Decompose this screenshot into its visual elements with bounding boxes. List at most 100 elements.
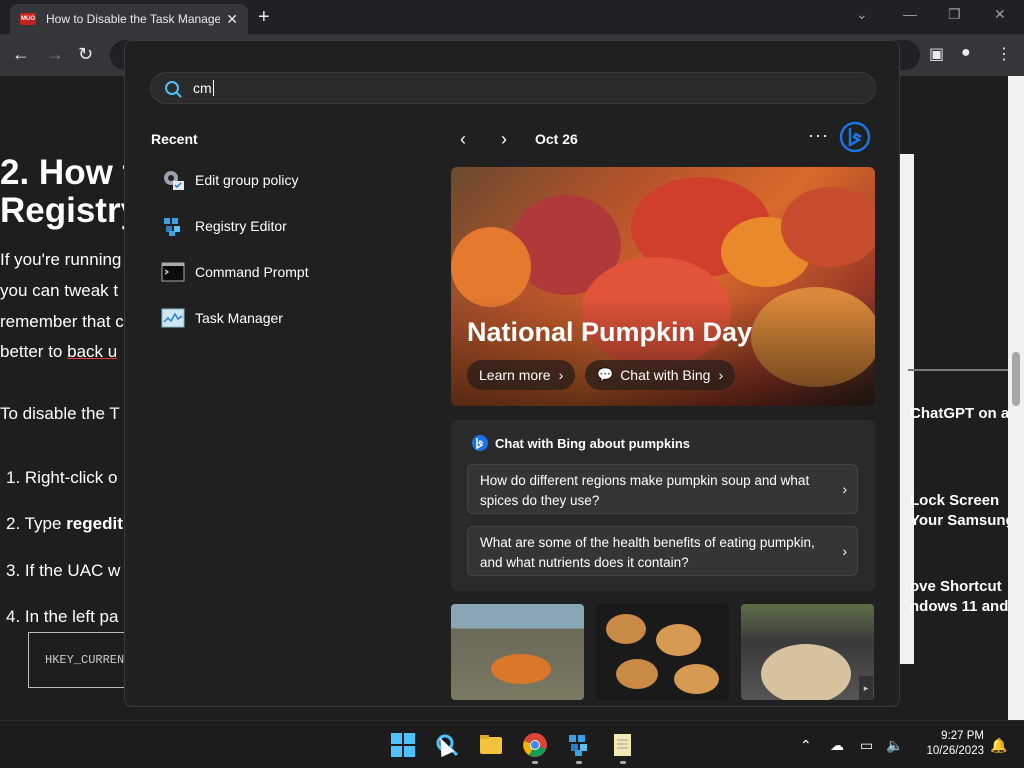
chat-with-bing-button[interactable]: 💬 Chat with Bing › <box>585 360 736 390</box>
system-clock[interactable]: 9:27 PM 10/26/2023 <box>912 729 984 759</box>
volume-muted-icon[interactable]: 🔈 <box>886 737 903 754</box>
article-step: 4. In the left pa <box>6 607 119 626</box>
bing-icon <box>472 435 488 451</box>
pumpkin-image-part <box>656 624 701 656</box>
tab-search-icon[interactable]: ⌄ <box>856 6 868 23</box>
tab-title: How to Disable the Task Manage <box>46 12 221 26</box>
article-paragraph-line: remember that c <box>0 312 124 331</box>
onedrive-cloud-icon[interactable]: ☁ <box>830 737 844 754</box>
sidebar-link[interactable]: Lock Screen <box>910 492 999 509</box>
thumbnail-scroll-arrow-icon[interactable]: ▸ <box>859 676 873 700</box>
search-input[interactable]: cm <box>150 72 876 104</box>
pumpkin-image-part <box>451 227 531 307</box>
previous-day-chevron-icon[interactable]: ‹ <box>460 129 466 150</box>
running-indicator <box>620 761 626 764</box>
site-favicon-icon: MUO <box>20 13 36 25</box>
clock-time: 9:27 PM <box>941 730 984 742</box>
registry-editor-icon <box>164 218 180 236</box>
chat-bubble-icon: 💬 <box>597 367 614 382</box>
article-paragraph-line: better to back u <box>0 342 118 361</box>
pumpkin-image-part <box>674 664 719 694</box>
article-paragraph-line: If you're running <box>0 250 122 269</box>
chat-prompt-suggestion[interactable]: What are some of the health benefits of … <box>467 526 858 576</box>
search-query: cm <box>193 80 212 96</box>
page-scrollbar[interactable] <box>1008 76 1024 720</box>
new-tab-button[interactable]: + <box>258 6 270 29</box>
chevron-right-icon: › <box>718 367 724 383</box>
close-window-icon[interactable]: ✕ <box>994 6 1006 23</box>
recent-item-group-policy[interactable]: Edit group policy <box>161 167 299 193</box>
browser-tab[interactable]: MUO How to Disable the Task Manage ✕ <box>10 4 248 34</box>
recent-heading: Recent <box>151 131 198 147</box>
running-indicator <box>532 761 538 764</box>
more-options-button[interactable]: ··· <box>808 125 829 146</box>
recent-item-registry-editor[interactable]: Registry Editor <box>161 213 287 239</box>
recent-item-label: Registry Editor <box>195 218 287 234</box>
pumpkin-image-part <box>606 614 646 644</box>
pumpkin-boat-thumbnail[interactable] <box>451 604 584 700</box>
chat-prompt-suggestion[interactable]: How do different regions make pumpkin so… <box>467 464 858 514</box>
search-icon <box>165 81 179 95</box>
highlights-date: Oct 26 <box>535 131 578 147</box>
chevron-right-icon: › <box>558 367 564 383</box>
minimize-icon[interactable]: — <box>903 6 917 22</box>
group-policy-icon <box>164 171 184 190</box>
sidebar-link[interactable]: ChatGPT on a <box>910 405 1008 422</box>
next-day-chevron-icon[interactable]: › <box>501 129 507 150</box>
restore-icon[interactable]: ❐ <box>948 6 961 23</box>
notification-bell-icon[interactable]: 🔔 <box>990 737 1007 754</box>
pumpkin-day-hero-card[interactable]: National Pumpkin Day Learn more › 💬 Chat … <box>451 167 875 406</box>
recent-item-task-manager[interactable]: Task Manager <box>161 305 283 331</box>
pumpkin-scones-thumbnail[interactable] <box>596 604 729 700</box>
bing-chat-button[interactable] <box>839 121 871 153</box>
notepad-icon[interactable] <box>610 732 636 758</box>
article-step: 1. Right-click o <box>6 468 118 487</box>
chrome-icon[interactable] <box>522 732 548 758</box>
windows-search-panel: cm Recent Edit group policy Registry Edi… <box>124 40 900 707</box>
sidebar-link[interactable]: ndows 11 and <box>910 598 1008 615</box>
pumpkin-image-part <box>491 654 551 684</box>
learn-more-button[interactable]: Learn more › <box>467 360 576 390</box>
recent-item-label: Edit group policy <box>195 172 299 188</box>
article-paragraph-line: you can tweak t <box>0 281 119 300</box>
pumpkin-image-part <box>616 659 658 689</box>
hero-title: National Pumpkin Day <box>467 317 753 347</box>
start-button[interactable] <box>390 732 416 758</box>
pumpkin-image-part <box>761 644 851 700</box>
recent-item-label: Command Prompt <box>195 264 309 280</box>
command-prompt-icon <box>161 262 185 282</box>
profile-avatar-icon[interactable]: ● <box>961 44 971 62</box>
backup-link[interactable]: back u <box>67 342 117 361</box>
back-arrow-icon[interactable]: ← <box>12 44 30 65</box>
article-step: 2. Type regedit <box>6 514 123 533</box>
chevron-right-icon: › <box>842 481 847 497</box>
chat-card-title: Chat with Bing about pumpkins <box>471 434 690 452</box>
article-heading: 2. How t Registry <box>0 153 141 230</box>
scrollbar-thumb[interactable] <box>1012 352 1020 406</box>
reload-icon[interactable]: ↻ <box>78 44 93 65</box>
giant-pumpkin-thumbnail[interactable] <box>741 604 874 700</box>
article-paragraph-line: To disable the T <box>0 404 120 423</box>
sidebar-link[interactable]: Your Samsung <box>910 512 1008 529</box>
side-panel-icon[interactable]: ▣ <box>929 44 944 64</box>
chevron-right-icon: › <box>842 543 847 559</box>
running-indicator <box>576 761 582 764</box>
registry-editor-taskbar-icon[interactable] <box>566 732 592 758</box>
sidebar-divider <box>908 369 1008 371</box>
show-hidden-icons-chevron-icon[interactable]: ⌃ <box>800 737 812 754</box>
task-manager-icon <box>161 308 185 328</box>
network-icon[interactable]: ▭ <box>860 737 873 754</box>
close-tab-icon[interactable]: ✕ <box>226 11 238 28</box>
file-explorer-icon[interactable] <box>478 732 504 758</box>
forward-arrow-icon[interactable]: → <box>46 44 64 65</box>
article-step: 3. If the UAC w <box>6 561 121 580</box>
pumpkin-image-part <box>781 187 875 267</box>
browser-tab-bar: MUO How to Disable the Task Manage ✕ + ⌄… <box>0 0 1024 34</box>
recent-item-command-prompt[interactable]: Command Prompt <box>161 259 309 285</box>
sidebar-link[interactable]: ove Shortcut <box>910 578 1002 595</box>
taskbar: ⌃ ☁ ▭ 🔈 9:27 PM 10/26/2023 🔔 <box>0 720 1024 768</box>
text-caret <box>212 80 214 96</box>
bing-chat-suggestions-card: Chat with Bing about pumpkins How do dif… <box>451 420 875 591</box>
browser-menu-icon[interactable]: ⋮ <box>996 44 1012 64</box>
clock-date: 10/26/2023 <box>926 745 984 757</box>
